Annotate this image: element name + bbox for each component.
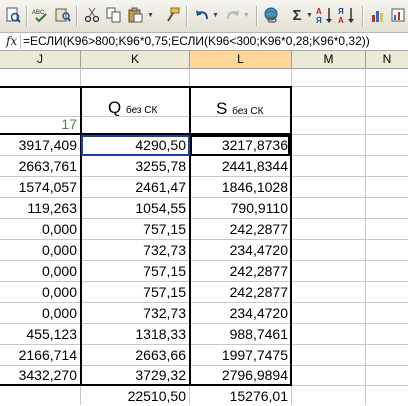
cell-j[interactable]: 0,000 <box>0 282 77 302</box>
cell-j[interactable]: 2663,761 <box>0 156 77 176</box>
cell-l[interactable]: 790,9110 <box>190 198 288 218</box>
header-s-sub: без СК <box>232 106 264 117</box>
cell-l[interactable]: 242,2877 <box>190 219 288 239</box>
cell-j[interactable]: 0,000 <box>0 261 77 281</box>
chart-extra-icon[interactable] <box>390 6 408 24</box>
cell-k[interactable]: 1054,55 <box>81 198 186 218</box>
cut-icon[interactable] <box>83 6 101 24</box>
header-s-without-sk[interactable]: S без СК <box>216 99 263 119</box>
header-q-sub: без СК <box>125 105 158 116</box>
cell-l[interactable]: 242,2877 <box>190 282 288 302</box>
svg-text:Я: Я <box>316 16 322 24</box>
column-header-m[interactable]: M <box>292 51 366 68</box>
cell-j[interactable]: 0,000 <box>0 303 77 323</box>
header-q-without-sk[interactable]: Q без СК <box>108 98 157 118</box>
cell-k[interactable]: 732,73 <box>81 240 186 260</box>
cell-j[interactable]: 0,000 <box>0 240 77 260</box>
cell-k[interactable]: 1318,33 <box>81 324 186 344</box>
insert-function-icon[interactable]: fx <box>6 34 17 48</box>
cell-k[interactable]: 2461,47 <box>81 177 186 197</box>
cell-l[interactable]: 2441,8344 <box>190 156 288 176</box>
active-cell-outline <box>190 135 290 156</box>
table-border <box>290 86 292 386</box>
column-header-l[interactable]: L <box>190 51 292 68</box>
table-border <box>0 86 292 88</box>
undo-icon[interactable] <box>193 6 211 24</box>
cell-k[interactable]: 3255,78 <box>81 156 186 176</box>
cell-k[interactable]: 757,15 <box>81 219 186 239</box>
cell-l[interactable]: 1997,7475 <box>190 345 288 365</box>
spelling-icon[interactable]: ABC <box>32 6 50 24</box>
hyperlink-icon[interactable] <box>262 6 280 24</box>
column-header-n[interactable]: N <box>366 51 408 68</box>
worksheet-grid[interactable]: 17 Q без СК S без СК 3917,409 4290,50 32… <box>0 68 408 405</box>
research-icon[interactable] <box>54 6 72 24</box>
cell-j-index[interactable]: 17 <box>0 114 77 134</box>
cell-k[interactable]: 3729,32 <box>81 365 186 385</box>
cell-k[interactable]: 757,15 <box>81 261 186 281</box>
chart-wizard-icon[interactable] <box>369 6 387 24</box>
cell-j[interactable]: 0,000 <box>0 219 77 239</box>
selected-cell-outline <box>81 135 190 156</box>
cell-l[interactable]: 2796,9894 <box>190 365 288 385</box>
standard-toolbar: ABC ▼ ▼ ▼ Σ ▼ АЯ ЯА <box>0 0 408 33</box>
svg-text:А: А <box>316 7 322 16</box>
cell-k[interactable]: 732,73 <box>81 303 186 323</box>
cell-j[interactable]: 455,123 <box>0 324 77 344</box>
cell-l[interactable]: 1846,1028 <box>190 177 288 197</box>
svg-text:А: А <box>338 16 344 24</box>
column-headers: J K L M N <box>0 51 408 69</box>
cell-j[interactable]: 3432,270 <box>0 365 77 385</box>
cell-l[interactable]: 234,4720 <box>190 303 288 323</box>
cell-l[interactable]: 234,4720 <box>190 240 288 260</box>
table-border <box>189 86 191 386</box>
formula-input[interactable]: =ЕСЛИ(K96>800;K96*0,75;ЕСЛИ(K96<300;K96*… <box>23 34 370 48</box>
sort-ascending-icon[interactable]: АЯ <box>316 6 334 24</box>
column-header-j[interactable]: J <box>0 51 81 68</box>
cell-k[interactable]: 757,15 <box>81 282 186 302</box>
autosum-icon[interactable]: Σ <box>288 6 306 24</box>
formula-bar: fx =ЕСЛИ(K96>800;K96*0,75;ЕСЛИ(K96<300;K… <box>0 33 408 51</box>
svg-text:ABC: ABC <box>32 10 45 16</box>
svg-text:Я: Я <box>338 7 344 16</box>
cell-j[interactable]: 119,263 <box>0 198 77 218</box>
format-painter-icon[interactable] <box>163 6 181 24</box>
header-s-main: S <box>216 99 228 118</box>
print-preview-icon[interactable] <box>4 6 22 24</box>
table-border <box>80 86 82 386</box>
copy-icon[interactable] <box>105 6 123 24</box>
paste-icon[interactable] <box>127 6 145 24</box>
cell-k[interactable]: 2663,66 <box>81 345 186 365</box>
column-header-k[interactable]: K <box>81 51 190 68</box>
cell-l[interactable]: 242,2877 <box>190 261 288 281</box>
cell-j[interactable]: 1574,057 <box>0 177 77 197</box>
cell-j[interactable]: 3917,409 <box>0 135 77 155</box>
cell-j[interactable]: 2166,714 <box>0 345 77 365</box>
sort-descending-icon[interactable]: ЯА <box>338 6 356 24</box>
table-border <box>0 384 292 386</box>
cell-k-total[interactable]: 22510,50 <box>81 386 186 406</box>
redo-icon[interactable] <box>224 6 242 24</box>
header-q-main: Q <box>108 98 122 117</box>
cell-l-total[interactable]: 15276,01 <box>190 386 288 406</box>
cell-l[interactable]: 988,7461 <box>190 324 288 344</box>
